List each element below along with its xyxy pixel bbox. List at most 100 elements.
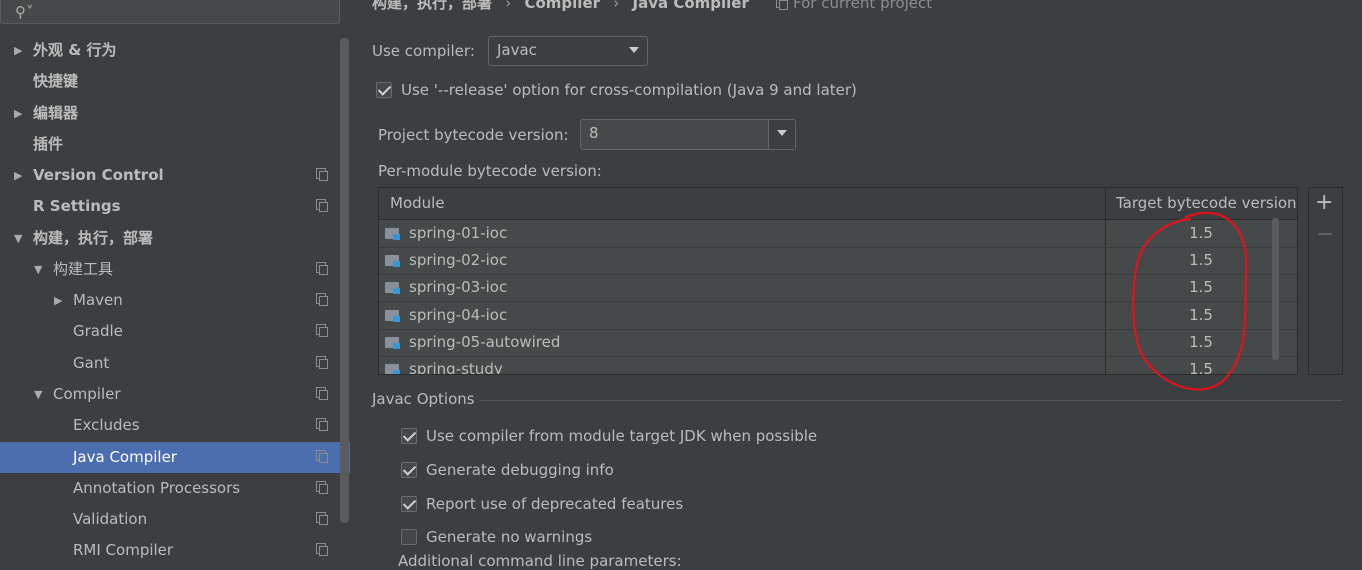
module-icon <box>385 308 401 322</box>
scope-note: For current project <box>776 0 932 14</box>
tree-item-label: Validation <box>73 510 148 528</box>
collapse-arrow-icon[interactable]: ▼ <box>34 254 42 285</box>
column-header-module[interactable]: Module <box>390 188 445 219</box>
collapse-arrow-icon[interactable]: ▼ <box>34 379 42 410</box>
breadcrumb-item: Java Compiler <box>632 0 749 12</box>
tree-item-label: Annotation Processors <box>73 479 241 497</box>
deprecated-features-label[interactable]: Report use of deprecated features <box>426 493 683 515</box>
tree-item-rmi-compiler[interactable]: RMI Compiler <box>0 535 338 566</box>
debugging-info-label[interactable]: Generate debugging info <box>426 459 614 481</box>
tree-item-label: 插件 <box>33 135 64 153</box>
settings-search-input[interactable]: ⚲˅ <box>0 0 340 24</box>
remove-module-button[interactable]: − <box>1316 224 1334 246</box>
deprecated-features-checkbox[interactable] <box>401 496 417 512</box>
tree-item-appearance[interactable]: ▶ 外观 & 行为 <box>0 35 338 66</box>
module-icon <box>385 335 401 349</box>
module-icon <box>385 362 401 374</box>
project-scope-icon <box>316 450 328 463</box>
project-bytecode-label: Project bytecode version: <box>378 126 569 144</box>
project-scope-icon <box>316 262 328 275</box>
project-bytecode-value: 8 <box>589 124 599 142</box>
tree-item-validation[interactable]: Validation <box>0 504 338 535</box>
expand-arrow-icon[interactable]: ▶ <box>14 35 22 66</box>
module-name: spring-02-ioc <box>409 251 508 269</box>
tree-item-r-settings[interactable]: R Settings <box>0 191 338 222</box>
tree-item-plugins[interactable]: 插件 <box>0 129 338 160</box>
table-toolbar: + − <box>1308 187 1343 375</box>
tree-item-label: Gradle <box>73 322 123 340</box>
use-compiler-value: Javac <box>497 41 537 59</box>
tree-item-label: Excludes <box>73 416 140 434</box>
module-name: spring-03-ioc <box>409 278 508 296</box>
search-icon[interactable]: ⚲˅ <box>15 3 34 21</box>
tree-item-compiler[interactable]: ▼ Compiler <box>0 379 338 410</box>
module-icon <box>385 280 401 294</box>
use-compiler-dropdown[interactable]: Javac <box>488 36 648 66</box>
tree-item-gant[interactable]: Gant <box>0 348 338 379</box>
tree-item-maven[interactable]: ▶ Maven <box>0 285 338 316</box>
java-compiler-settings-panel: 构建，执行，部署 › Compiler › Java Compiler For … <box>352 0 1362 570</box>
tree-item-label: 构建工具 <box>53 260 114 278</box>
tree-item-label: 构建，执行，部署 <box>33 229 154 247</box>
project-bytecode-combobox[interactable]: 8 <box>580 119 796 150</box>
tree-item-label: 外观 & 行为 <box>33 41 117 59</box>
tree-item-label: Maven <box>73 291 123 309</box>
tree-item-label: Gant <box>73 354 110 372</box>
release-option-label[interactable]: Use '--release' option for cross-compila… <box>401 79 857 101</box>
tree-scrollbar[interactable] <box>340 38 349 523</box>
module-icon <box>385 226 401 240</box>
additional-params-label: Additional command line parameters: <box>398 552 682 570</box>
no-warnings-checkbox[interactable] <box>401 529 417 545</box>
project-scope-icon <box>316 512 328 525</box>
tree-item-annotation-processors[interactable]: Annotation Processors <box>0 473 338 504</box>
tree-item-label: 编辑器 <box>33 104 79 122</box>
breadcrumb-separator: › <box>613 0 620 12</box>
settings-tree-panel: ⚲˅ ▶ 外观 & 行为 快捷键 ▶ 编辑器 插件 ▶ Version Cont… <box>0 0 350 565</box>
expand-arrow-icon[interactable]: ▶ <box>14 160 22 191</box>
section-divider <box>480 400 1342 401</box>
javac-options-title: Javac Options <box>372 390 475 408</box>
add-module-button[interactable]: + <box>1315 192 1333 214</box>
module-name: spring-study <box>409 360 503 375</box>
project-scope-icon <box>316 543 328 556</box>
breadcrumb-item: 构建，执行，部署 <box>372 0 493 12</box>
tree-item-java-compiler[interactable]: Java Compiler <box>0 442 350 473</box>
tree-item-excludes[interactable]: Excludes <box>0 410 338 441</box>
expand-arrow-icon[interactable]: ▶ <box>54 285 62 316</box>
debugging-info-checkbox[interactable] <box>401 462 417 478</box>
project-scope-icon <box>316 418 328 431</box>
release-option-checkbox[interactable] <box>376 82 392 98</box>
tree-item-build-execution-deployment[interactable]: ▼ 构建，执行，部署 <box>0 223 338 254</box>
tree-item-build-tools[interactable]: ▼ 构建工具 <box>0 254 338 285</box>
project-scope-icon <box>316 481 328 494</box>
tree-item-label: Java Compiler <box>73 448 177 466</box>
annotation-ellipse <box>1132 211 1248 391</box>
use-module-jdk-checkbox[interactable] <box>401 428 417 444</box>
collapse-arrow-icon[interactable]: ▼ <box>14 223 22 254</box>
expand-arrow-icon[interactable]: ▶ <box>14 98 22 129</box>
tree-item-gradle[interactable]: Gradle <box>0 316 338 347</box>
project-scope-icon <box>316 387 328 400</box>
use-compiler-label: Use compiler: <box>372 42 475 60</box>
tree-item-label: 快捷键 <box>33 72 79 90</box>
use-module-jdk-label[interactable]: Use compiler from module target JDK when… <box>426 425 817 447</box>
breadcrumb: 构建，执行，部署 › Compiler › Java Compiler <box>372 0 757 14</box>
module-name: spring-01-ioc <box>409 224 508 242</box>
tree-item-keymap[interactable]: 快捷键 <box>0 66 338 97</box>
tree-item-label: RMI Compiler <box>73 541 174 559</box>
project-scope-icon <box>316 199 328 212</box>
project-scope-icon <box>316 356 328 369</box>
project-scope-icon <box>776 0 788 10</box>
table-scrollbar[interactable] <box>1272 218 1279 360</box>
tree-item-editor[interactable]: ▶ 编辑器 <box>0 98 338 129</box>
chevron-down-icon <box>629 47 639 53</box>
tree-item-version-control[interactable]: ▶ Version Control <box>0 160 338 191</box>
breadcrumb-item: Compiler <box>524 0 601 12</box>
project-scope-icon <box>316 168 328 181</box>
project-bytecode-dropdown-button[interactable] <box>768 120 795 149</box>
scope-note-text: For current project <box>793 0 933 12</box>
no-warnings-label[interactable]: Generate no warnings <box>426 526 592 548</box>
tree-item-label: Version Control <box>33 166 164 184</box>
project-scope-icon <box>316 324 328 337</box>
module-name: spring-05-autowired <box>409 333 561 351</box>
